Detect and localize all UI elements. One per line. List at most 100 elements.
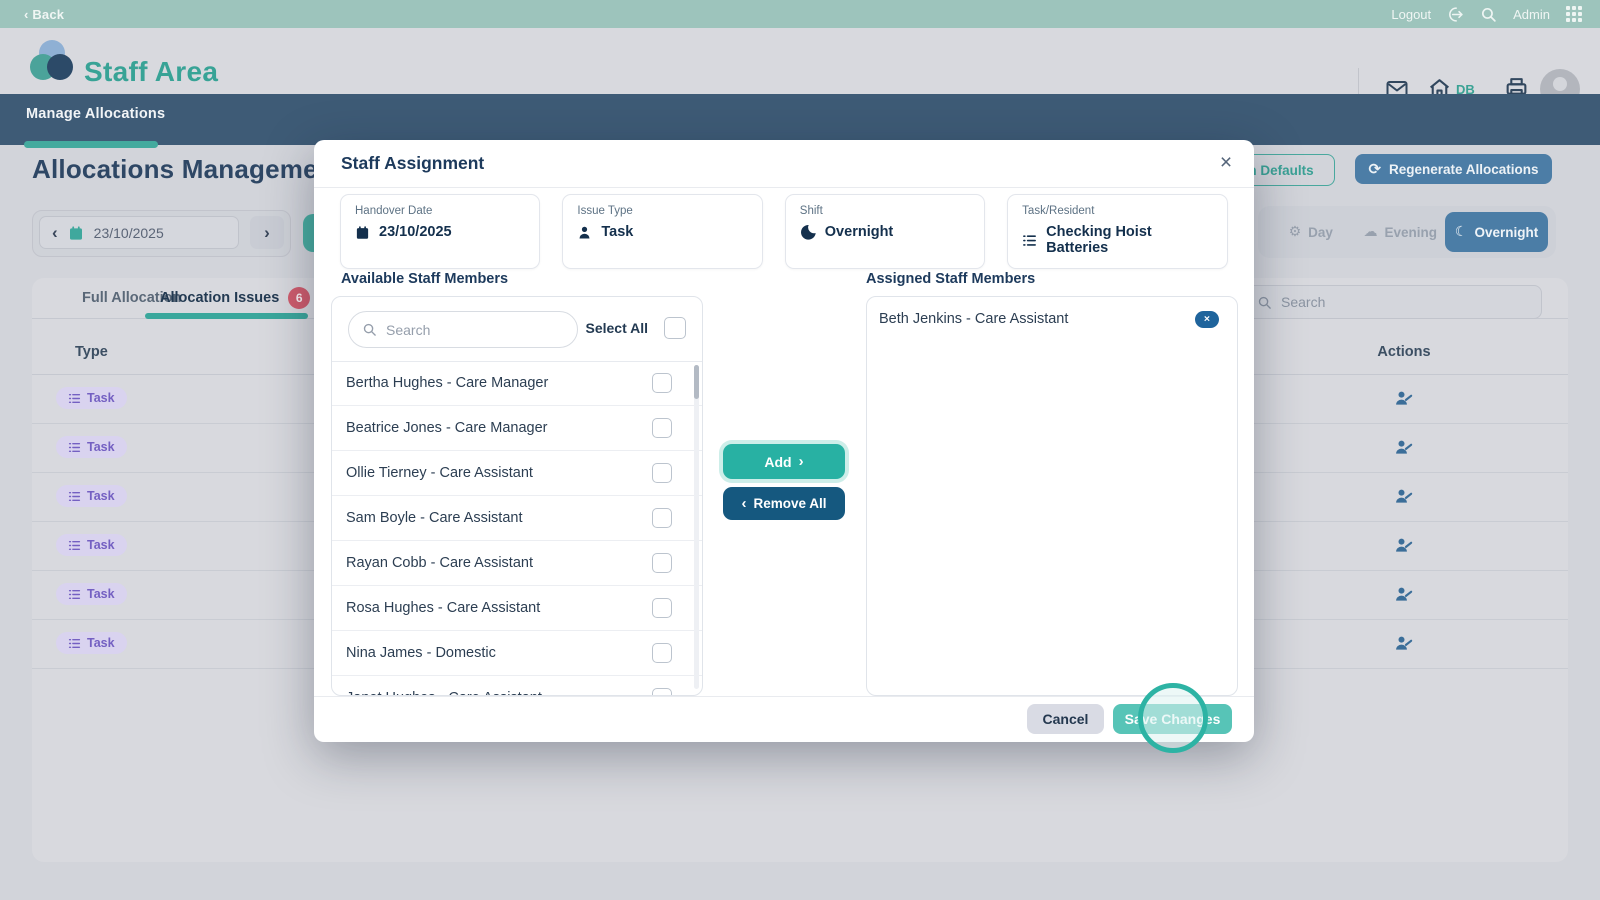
task-list-icon [68, 491, 81, 501]
assign-staff-button[interactable] [1372, 584, 1436, 604]
task-list-icon [68, 393, 81, 403]
add-button[interactable]: Add › [723, 444, 845, 479]
date-display[interactable]: ‹ 23/10/2025 [39, 216, 239, 249]
assign-staff-button[interactable] [1372, 486, 1436, 506]
staff-checkbox[interactable] [652, 463, 672, 483]
logout-link[interactable]: Logout [1391, 7, 1431, 22]
next-day-button[interactable]: › [250, 216, 284, 249]
edit-user-icon [1396, 538, 1413, 552]
task-list-icon [68, 638, 81, 648]
select-all-checkbox[interactable] [664, 317, 686, 339]
staff-name: Janet Hughes - Care Assistant [346, 690, 542, 695]
staff-list-item[interactable]: Janet Hughes - Care Assistant [332, 676, 702, 695]
search-icon [1257, 295, 1272, 310]
date-selector: ‹ 23/10/2025 › [32, 210, 291, 257]
staff-checkbox[interactable] [652, 553, 672, 573]
top-utility-bar: ‹ Back Logout Admin [0, 0, 1600, 28]
active-tab-underline [145, 313, 308, 319]
click-indicator-circle [1138, 683, 1208, 753]
list-scrollbar-track[interactable] [694, 365, 699, 689]
staff-name: Ollie Tierney - Care Assistant [346, 465, 533, 481]
nav-item-manage-allocations[interactable]: Manage Allocations [26, 106, 165, 122]
field-handover-date: Handover Date 23/10/2025 [340, 194, 541, 269]
gear-sun-icon: ⚙ [1288, 224, 1302, 240]
issues-count-badge: 6 [288, 287, 311, 309]
task-type-badge: Task [56, 632, 127, 654]
list-scrollbar-thumb[interactable] [694, 365, 699, 399]
available-staff-list: Bertha Hughes - Care Manager Beatrice Jo… [332, 361, 702, 695]
page-title: Allocations Management [32, 154, 343, 184]
task-type-badge: Task [56, 436, 127, 458]
search-icon[interactable] [1480, 6, 1497, 23]
shift-option-day[interactable]: ⚙ Day [1266, 225, 1356, 240]
regenerate-allocations-button[interactable]: ⟳ Regenerate Allocations [1355, 154, 1552, 184]
main-nav: Manage Allocations [0, 94, 1600, 148]
task-type-badge: Task [56, 534, 127, 556]
staff-list-item[interactable]: Sam Boyle - Care Assistant [332, 496, 702, 541]
assigned-staff-item: Beth Jenkins - Care Assistant × [867, 297, 1237, 341]
staff-list-item[interactable]: Rosa Hughes - Care Assistant [332, 586, 702, 631]
staff-name: Nina James - Domestic [346, 645, 496, 661]
staff-checkbox[interactable] [652, 373, 672, 393]
staff-checkbox[interactable] [652, 643, 672, 663]
moon-icon [800, 224, 816, 240]
table-search-input[interactable]: Search [1244, 285, 1542, 319]
admin-link[interactable]: Admin [1513, 7, 1550, 22]
remove-staff-chip[interactable]: × [1195, 310, 1219, 328]
staff-list-item[interactable]: Bertha Hughes - Care Manager [332, 361, 702, 406]
assigned-staff-name: Beth Jenkins - Care Assistant [879, 311, 1069, 327]
cancel-button[interactable]: Cancel [1027, 704, 1104, 734]
staff-checkbox[interactable] [652, 688, 672, 695]
task-type-badge: Task [56, 387, 127, 409]
assigned-staff-list: Beth Jenkins - Care Assistant × [867, 297, 1237, 341]
remove-all-button[interactable]: ‹ Remove All [723, 487, 845, 520]
app-header: Staff Area DB [0, 28, 1600, 110]
assign-staff-button[interactable] [1372, 535, 1436, 555]
selected-date: 23/10/2025 [93, 224, 164, 241]
edit-user-icon [1396, 391, 1413, 405]
calendar-icon [355, 225, 370, 240]
previous-day-chevron[interactable]: ‹ [52, 223, 58, 243]
staff-checkbox[interactable] [652, 508, 672, 528]
staff-list-item[interactable]: Beatrice Jones - Care Manager [332, 406, 702, 451]
chevron-left-icon: ‹ [741, 495, 747, 512]
back-link[interactable]: ‹ Back [24, 7, 64, 22]
tab-allocation-issues[interactable]: Allocation Issues 6 [160, 278, 311, 318]
shift-option-overnight-active[interactable]: ☾ Overnight [1445, 212, 1549, 252]
screen: ‹ Back Logout Admin Staff Area DB Manage… [0, 0, 1600, 900]
staff-list-item[interactable]: Rayan Cobb - Care Assistant [332, 541, 702, 586]
refresh-icon: ⟳ [1368, 159, 1382, 178]
select-all-label: Select All [585, 320, 648, 336]
staff-assignment-modal: Staff Assignment × Handover Date 23/10/2… [314, 140, 1254, 742]
field-shift: Shift Overnight [784, 194, 986, 269]
staff-checkbox[interactable] [652, 598, 672, 618]
modal-title: Staff Assignment [341, 153, 485, 173]
edit-user-icon [1396, 587, 1413, 601]
apps-grid-icon[interactable] [1566, 6, 1582, 22]
staff-name: Sam Boyle - Care Assistant [346, 510, 523, 526]
close-icon[interactable]: × [1210, 147, 1242, 179]
staff-checkbox[interactable] [652, 418, 672, 438]
moon-icon: ☾ [1454, 224, 1468, 240]
task-list-icon [68, 540, 81, 550]
list-icon [1022, 233, 1037, 248]
staff-search-input[interactable]: Search [348, 311, 578, 348]
staff-list-item[interactable]: Ollie Tierney - Care Assistant [332, 451, 702, 496]
shift-option-evening[interactable]: ☁ Evening [1356, 225, 1446, 240]
staff-search-row: Search Select All [332, 297, 702, 362]
assign-staff-button[interactable] [1372, 388, 1436, 408]
staff-name: Bertha Hughes - Care Manager [346, 375, 549, 391]
column-actions: Actions [1377, 344, 1431, 360]
staff-name: Rayan Cobb - Care Assistant [346, 555, 533, 571]
staff-name: Rosa Hughes - Care Assistant [346, 600, 541, 616]
app-title: Staff Area [84, 56, 219, 87]
staff-list-item[interactable]: Nina James - Domestic [332, 631, 702, 676]
task-type-badge: Task [56, 583, 127, 605]
assign-staff-button[interactable] [1372, 437, 1436, 457]
task-type-badge: Task [56, 485, 127, 507]
assign-staff-button[interactable] [1372, 633, 1436, 653]
staff-name: Beatrice Jones - Care Manager [346, 420, 548, 436]
available-staff-panel: Search Select All Bertha Hughes - Care M… [331, 296, 703, 696]
logout-icon[interactable] [1447, 6, 1464, 23]
field-issue-type: Issue Type Task [562, 194, 763, 269]
